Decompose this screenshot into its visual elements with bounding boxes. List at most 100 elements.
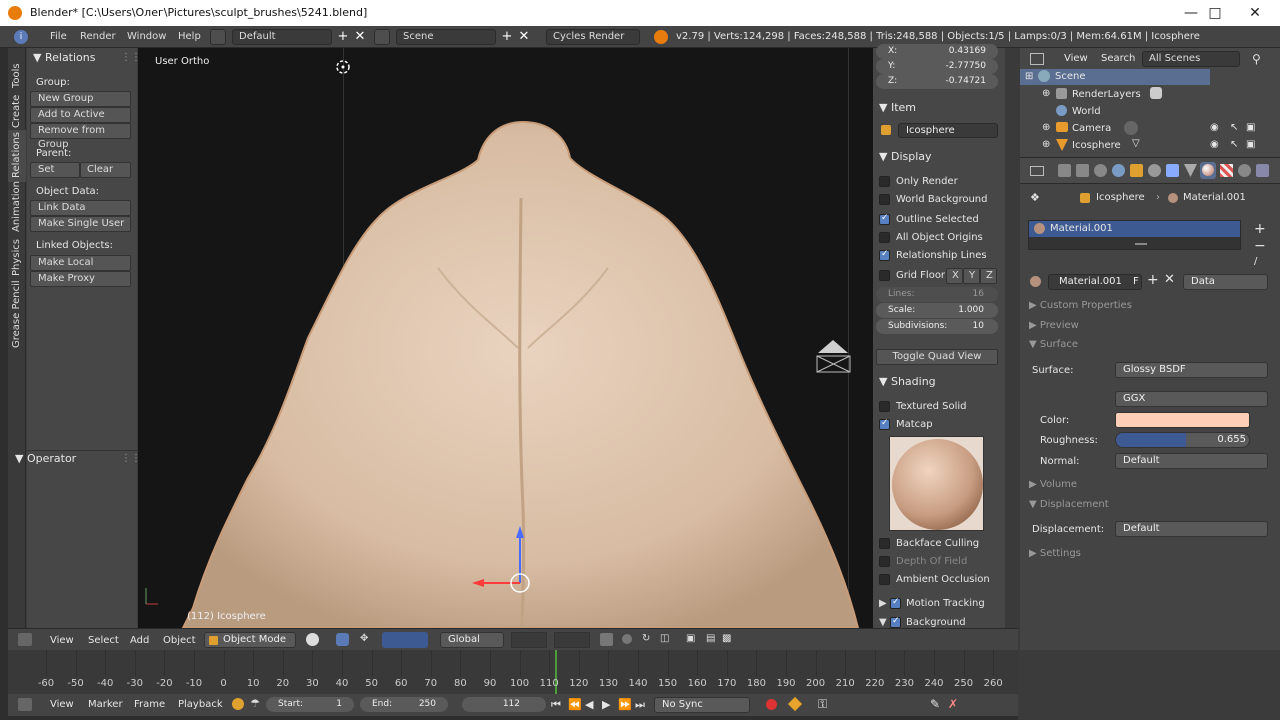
data-tab-icon[interactable] xyxy=(1184,164,1197,177)
scene-field[interactable]: Scene xyxy=(396,29,496,45)
add-scene-icon[interactable]: + xyxy=(499,29,515,45)
opengl-animation-icon[interactable]: ▤ xyxy=(706,633,719,646)
add-menu[interactable]: Add xyxy=(130,635,149,646)
insert-key-icon[interactable]: ✎ xyxy=(930,697,940,711)
make-local-button[interactable]: Make Local xyxy=(30,255,131,271)
outliner-row-renderlayers[interactable]: RenderLayers xyxy=(1072,89,1141,100)
screen-layout-field[interactable]: Default xyxy=(232,29,332,45)
transform-manipulators[interactable] xyxy=(382,632,428,648)
roughness-slider[interactable]: 0.655 xyxy=(1115,432,1250,448)
set-parent-button[interactable]: Set xyxy=(30,162,80,178)
displacement-panel-header[interactable]: ▼ Displacement xyxy=(1029,499,1109,510)
particles-tab-icon[interactable] xyxy=(1238,164,1251,177)
material-tab-active[interactable] xyxy=(1200,162,1216,179)
depth-of-field-checkbox[interactable] xyxy=(879,556,890,567)
outliner-search-menu[interactable]: Search xyxy=(1101,53,1135,64)
play-icon[interactable]: ▶ xyxy=(602,698,610,711)
outliner-row-camera[interactable]: Camera xyxy=(1072,123,1111,134)
add-to-active-button[interactable]: Add to Active xyxy=(30,107,131,123)
select-arrow-icon[interactable]: ↖ xyxy=(1230,122,1238,133)
panel-shading-header[interactable]: ▼ Shading xyxy=(879,375,936,388)
visibility-eye-icon[interactable]: ◉ xyxy=(1210,139,1219,150)
sync-mode-select[interactable]: No Sync xyxy=(654,697,750,713)
outliner-editor-icon[interactable] xyxy=(1030,53,1044,65)
render-toggle-icon[interactable]: ▣ xyxy=(1246,139,1255,150)
item-name-field[interactable]: Icosphere xyxy=(898,123,998,138)
key-icon[interactable]: ⚿ xyxy=(818,697,827,712)
info-editor-icon[interactable]: i xyxy=(14,30,28,44)
playback-menu[interactable]: Playback xyxy=(178,699,223,710)
list-resize-handle[interactable] xyxy=(1135,243,1147,245)
opengl-render-icon[interactable]: ▣ xyxy=(686,633,699,646)
jump-keyframe-forward-icon[interactable]: ⏩ xyxy=(618,698,632,711)
tab-animation[interactable]: Animation xyxy=(8,181,26,236)
render-layers-tab-icon[interactable] xyxy=(1076,164,1089,177)
only-render-checkbox[interactable] xyxy=(879,176,890,187)
marker-menu[interactable]: Marker xyxy=(88,699,123,710)
clapboard-icon[interactable]: ▩ xyxy=(722,633,735,646)
material-link-select[interactable]: Data xyxy=(1183,274,1268,290)
displacement-select[interactable]: Default xyxy=(1115,521,1268,537)
proportional-edit-icon[interactable] xyxy=(622,634,632,644)
link-data-button[interactable]: Link Data xyxy=(30,200,131,216)
add-layout-icon[interactable]: + xyxy=(335,29,351,45)
grid-scale-field[interactable]: Scale: 1.000 xyxy=(876,303,998,318)
outliner-view-menu[interactable]: View xyxy=(1064,53,1088,64)
view-menu[interactable]: View xyxy=(50,635,74,646)
timeline[interactable]: -60 -50 -40 -30 -20 -10 0 10 20 30 40 50 60 70 80 90 100… xyxy=(8,650,1018,694)
delete-key-icon[interactable]: ✗ xyxy=(948,697,958,711)
search-icon[interactable]: ⚲ xyxy=(1252,52,1261,66)
all-object-origins-checkbox[interactable] xyxy=(879,232,890,243)
material-name-field[interactable]: Material.001 xyxy=(1048,274,1142,290)
backface-culling-checkbox[interactable] xyxy=(879,538,890,549)
outliner-filter-select[interactable]: All Scenes xyxy=(1142,51,1240,67)
grid-lines-field[interactable]: Lines: 16 xyxy=(876,287,998,302)
shading-solid-icon[interactable] xyxy=(306,633,319,646)
outliner-row-world[interactable]: World xyxy=(1072,106,1101,117)
surface-panel-header[interactable]: ▼ Surface xyxy=(1029,339,1078,350)
panel-display-header[interactable]: ▼ Display xyxy=(879,150,932,163)
normal-select[interactable]: Default xyxy=(1115,453,1268,469)
menu-file[interactable]: File xyxy=(50,31,67,42)
manipulator-toggle-icon[interactable]: ✥ xyxy=(360,633,373,646)
new-group-button[interactable]: New Group xyxy=(30,91,131,107)
relationship-lines-checkbox[interactable] xyxy=(879,249,890,261)
outliner-row-icosphere[interactable]: Icosphere xyxy=(1072,140,1121,151)
lock-camera-icon[interactable] xyxy=(600,633,613,646)
axis-z-toggle[interactable]: Z xyxy=(980,268,997,284)
textured-solid-checkbox[interactable] xyxy=(879,401,890,412)
menu-render[interactable]: Render xyxy=(80,31,116,42)
distribution-select[interactable]: GGX xyxy=(1115,391,1268,407)
jump-end-icon[interactable]: ⏭ xyxy=(635,698,645,712)
make-single-user-button[interactable]: Make Single User xyxy=(30,216,131,232)
world-tab-icon[interactable] xyxy=(1112,164,1125,177)
surface-shader-select[interactable]: Glossy BSDF xyxy=(1115,362,1268,378)
render-tab-icon[interactable] xyxy=(1058,164,1071,177)
remove-slot-icon[interactable]: − xyxy=(1254,238,1266,254)
remove-from-group-button[interactable]: Remove from Group xyxy=(30,123,131,150)
expand-icon[interactable]: ⊕ xyxy=(1042,88,1050,99)
background-images-checkbox[interactable] xyxy=(890,616,901,628)
timeline-view-menu[interactable]: View xyxy=(50,699,74,710)
timeline-editor-icon[interactable] xyxy=(18,698,32,711)
snap-icon[interactable]: ↻ xyxy=(642,633,655,646)
tab-tools[interactable]: Tools xyxy=(8,52,26,90)
play-reverse-icon[interactable]: ◀ xyxy=(585,698,593,711)
grid-floor-checkbox[interactable] xyxy=(879,270,890,281)
modifiers-tab-icon[interactable] xyxy=(1166,164,1179,177)
jump-start-icon[interactable]: ⏮ xyxy=(551,698,561,712)
editor-type-icon[interactable] xyxy=(18,633,32,646)
panel-item-header[interactable]: ▼ Item xyxy=(879,101,916,114)
location-x-field[interactable]: X: 0.43169 xyxy=(876,44,998,59)
keying-set-icon[interactable] xyxy=(232,698,244,710)
end-frame-field[interactable]: End: 250 xyxy=(360,697,448,712)
background-images-expand-icon[interactable]: ▼ xyxy=(879,617,887,628)
matcap-preview[interactable] xyxy=(889,436,984,531)
snap-element-icon[interactable]: ◫ xyxy=(660,633,673,646)
panel-relations-header[interactable]: ▼ Relations xyxy=(33,51,95,64)
layers-grid-a[interactable] xyxy=(511,632,547,648)
sculpt-model[interactable] xyxy=(138,48,873,628)
world-background-checkbox[interactable] xyxy=(879,194,890,205)
menu-window[interactable]: Window xyxy=(127,31,166,42)
fake-user-button[interactable]: F xyxy=(1133,276,1139,287)
